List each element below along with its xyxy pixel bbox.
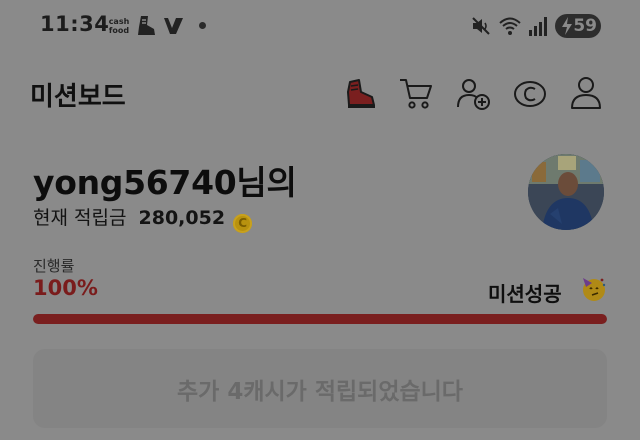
profile-icon[interactable]	[567, 74, 605, 112]
mission-success-label: 미션성공	[488, 282, 562, 306]
signal-icon	[528, 14, 548, 38]
battery-level: 59	[573, 16, 597, 36]
progress-bar	[33, 314, 607, 324]
status-bar: 11:34 cash food 59	[0, 0, 640, 52]
battery-bolt-icon	[562, 17, 572, 35]
coin-badge-icon: C	[233, 214, 253, 233]
food-label: food	[108, 26, 130, 35]
coin-icon[interactable]	[511, 74, 549, 112]
balance-label: 현재 적립금	[33, 207, 127, 229]
reward-text: 추가 4캐시가 적립되었습니다	[177, 378, 463, 405]
wifi-icon	[498, 14, 524, 38]
add-friend-icon[interactable]	[454, 74, 492, 112]
boot-icon[interactable]	[342, 74, 380, 112]
notification-dot-icon	[199, 22, 206, 29]
party-face-icon	[580, 274, 608, 302]
mission-board-screen: 11:34 cash food 59 미션보드 yong56740님의 현재 적…	[0, 0, 640, 440]
balance-row: 현재 적립금 280,052 C	[33, 203, 253, 233]
progress-bar-fill	[33, 314, 607, 324]
boot-app-icon	[135, 14, 157, 38]
balance-amount: 280,052	[138, 207, 226, 229]
mute-icon	[470, 14, 492, 38]
cashfood-app-icon: cash food	[106, 17, 132, 41]
battery-indicator: 59	[555, 14, 601, 38]
avatar[interactable]	[528, 154, 604, 230]
cart-icon[interactable]	[397, 74, 435, 112]
reward-status-button[interactable]: 추가 4캐시가 적립되었습니다	[33, 349, 607, 428]
progress-label: 진행률	[33, 257, 75, 275]
cash-label: cash	[108, 17, 130, 26]
v-app-icon	[162, 14, 186, 38]
status-time: 11:34	[40, 12, 110, 36]
page-title: 미션보드	[30, 82, 126, 112]
progress-value: 100%	[33, 276, 98, 300]
user-name: yong56740님의	[33, 163, 297, 202]
